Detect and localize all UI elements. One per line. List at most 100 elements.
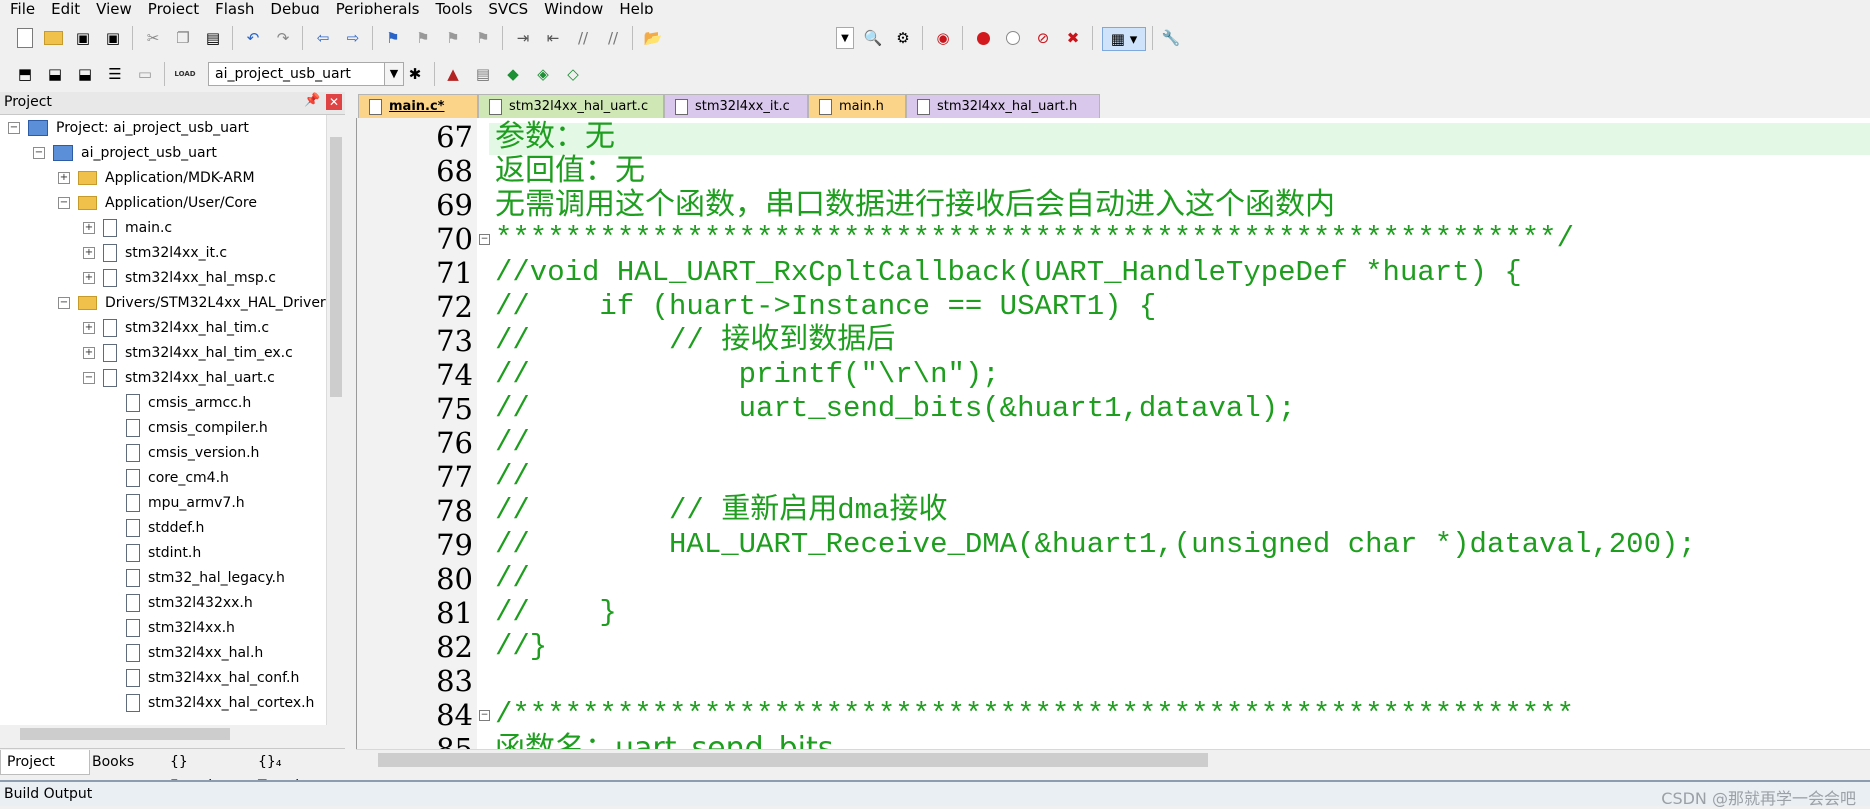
menu-view[interactable]: View (96, 2, 132, 15)
tree-item[interactable]: + stm32l4xx_it.c (83, 242, 227, 264)
collapse-icon[interactable]: − (33, 147, 45, 159)
breakpoint-kill-all-icon[interactable]: ✖ (1062, 27, 1084, 49)
chevron-down-icon[interactable]: ▼ (384, 63, 403, 85)
code-line[interactable]: 参数：无 (495, 120, 615, 154)
tree-item[interactable]: stm32l432xx.h (108, 592, 253, 614)
tree-item[interactable]: stddef.h (108, 517, 204, 539)
tree-item[interactable]: − stm32l4xx_hal_uart.c (83, 367, 275, 389)
search-dropdown-icon[interactable]: ▼ (836, 27, 854, 49)
tree-item[interactable]: − Project: ai_project_usb_uart (8, 117, 249, 139)
bookmark-icon[interactable]: ⚑ (382, 27, 404, 49)
tree-item[interactable]: cmsis_compiler.h (108, 417, 268, 439)
manage-components-icon[interactable]: ▲ (442, 63, 464, 85)
translate-icon[interactable]: ⬒ (14, 63, 36, 85)
window-layout-dropdown[interactable]: ▦ ▾ (1102, 27, 1146, 51)
scrollbar-thumb[interactable] (20, 728, 230, 740)
download-load-icon[interactable]: LOAD (174, 63, 196, 85)
menu-svcs[interactable]: SVCS (488, 2, 528, 15)
tree-item[interactable]: − Application/User/Core (58, 192, 257, 214)
tree-item[interactable]: stm32l4xx_hal_conf.h (108, 667, 299, 689)
tree-item[interactable]: stm32l4xx_hal_cortex.h (108, 692, 314, 714)
panel-tab[interactable]: {}₄ Templat... (252, 750, 350, 794)
code-line[interactable]: 函数名：uart_send_bits (495, 732, 833, 750)
stop-build-icon[interactable]: ▭ (134, 63, 156, 85)
collapse-icon[interactable]: − (8, 122, 20, 134)
collapse-icon[interactable]: − (83, 372, 95, 384)
build-output-label[interactable]: Build Output (4, 786, 92, 802)
code-line[interactable]: // // 重新启用dma接收 (495, 494, 947, 528)
panel-tab[interactable]: Project (0, 750, 90, 775)
code-line[interactable]: // // 接收到数据后 (495, 324, 895, 358)
menu-tools[interactable]: Tools (435, 2, 472, 15)
tree-item[interactable]: − Drivers/STM32L4xx_HAL_Driver (58, 292, 326, 314)
code-editor[interactable]: 67 参数：无 68 返回值：无 69 无需调用这个函数，串口数据进行接收后会自动进入这个… (356, 118, 1870, 749)
pin-icon[interactable]: 📌 (304, 93, 320, 108)
copy-icon[interactable]: ❐ (172, 27, 194, 49)
editor-tab[interactable]: main.h (808, 94, 906, 119)
bookmark-next-icon[interactable]: ⚑ (442, 27, 464, 49)
menu-peripherals[interactable]: Peripherals (336, 2, 420, 15)
tree-item[interactable]: + main.c (83, 217, 172, 239)
configure-icon[interactable]: 🔧 (1160, 27, 1182, 49)
code-line[interactable]: // (495, 460, 530, 494)
file-extensions-icon[interactable]: ▤ (472, 63, 494, 85)
breakpoint-disable-icon[interactable] (1002, 27, 1024, 49)
tree-item[interactable]: stm32_hal_legacy.h (108, 567, 285, 589)
bookmark-prev-icon[interactable]: ⚑ (412, 27, 434, 49)
expand-icon[interactable]: + (83, 272, 95, 284)
paste-icon[interactable]: ▤ (202, 27, 224, 49)
code-line[interactable]: // printf("\r\n"); (495, 358, 1000, 392)
debug-session-icon[interactable]: ◉ (932, 27, 954, 49)
scrollbar-thumb[interactable] (378, 753, 1208, 767)
project-tree-hscrollbar[interactable] (0, 725, 345, 743)
tree-item[interactable]: stm32l4xx_hal.h (108, 642, 263, 664)
search-combo[interactable] (660, 26, 862, 48)
expand-icon[interactable]: + (83, 247, 95, 259)
tree-item[interactable]: + stm32l4xx_hal_msp.c (83, 267, 276, 289)
unindent-icon[interactable]: ⇤ (542, 27, 564, 49)
menu-flash[interactable]: Flash (215, 2, 254, 15)
batch-build-icon[interactable]: ☰ (104, 63, 126, 85)
code-line[interactable]: //void HAL_UART_RxCpltCallback(UART_Hand… (495, 256, 1522, 290)
nav-back-icon[interactable]: ⇦ (312, 27, 334, 49)
code-line[interactable]: // (495, 426, 530, 460)
code-line[interactable]: 无需调用这个函数，串口数据进行接收后会自动进入这个函数内 (495, 188, 1335, 222)
editor-tab[interactable]: stm32l4xx_hal_uart.c (478, 94, 664, 119)
indent-icon[interactable]: ⇥ (512, 27, 534, 49)
panel-tab[interactable]: {} Functio... (164, 750, 256, 794)
tree-item[interactable]: stm32l4xx.h (108, 617, 235, 639)
save-all-icon[interactable]: ▣ (102, 27, 124, 49)
uncomment-icon[interactable]: // (602, 27, 624, 49)
expand-icon[interactable]: + (83, 347, 95, 359)
menu-window[interactable]: Window (544, 2, 603, 15)
expand-icon[interactable]: + (83, 222, 95, 234)
target-options-icon[interactable]: ✱ (404, 63, 426, 85)
code-line[interactable]: /***************************************… (495, 698, 1574, 732)
pack-installer-icon[interactable]: ◈ (532, 63, 554, 85)
tree-item[interactable]: cmsis_armcc.h (108, 392, 251, 414)
menu-debug[interactable]: Debug (270, 2, 319, 15)
incremental-find-icon[interactable]: 🔍 (862, 27, 884, 49)
bookmark-clear-icon[interactable]: ⚑ (472, 27, 494, 49)
menu-edit[interactable]: Edit (51, 2, 80, 15)
fold-collapse-icon[interactable]: − (479, 710, 490, 721)
tree-item[interactable]: + Application/MDK-ARM (58, 167, 255, 189)
scrollbar-thumb[interactable] (330, 137, 342, 397)
menu-help[interactable]: Help (619, 2, 653, 15)
menu-file[interactable]: File (10, 2, 35, 15)
tree-item[interactable]: mpu_armv7.h (108, 492, 245, 514)
code-line[interactable]: // (495, 562, 530, 596)
target-select[interactable]: ai_project_usb_uart ▼ (208, 62, 404, 86)
expand-icon[interactable]: + (83, 322, 95, 334)
code-line[interactable]: //} (495, 630, 547, 664)
panel-tab[interactable]: Books (86, 750, 168, 774)
tree-item[interactable]: + stm32l4xx_hal_tim_ex.c (83, 342, 293, 364)
cut-icon[interactable]: ✂ (142, 27, 164, 49)
comment-icon[interactable]: // (572, 27, 594, 49)
build-icon[interactable]: ⬓ (44, 63, 66, 85)
menu-project[interactable]: Project (148, 2, 199, 15)
find-icon[interactable]: ⚙ (892, 27, 914, 49)
breakpoint-insert-icon[interactable] (972, 27, 994, 49)
code-line[interactable]: // if (huart->Instance == USART1) { (495, 290, 1156, 324)
tree-item[interactable]: cmsis_version.h (108, 442, 259, 464)
